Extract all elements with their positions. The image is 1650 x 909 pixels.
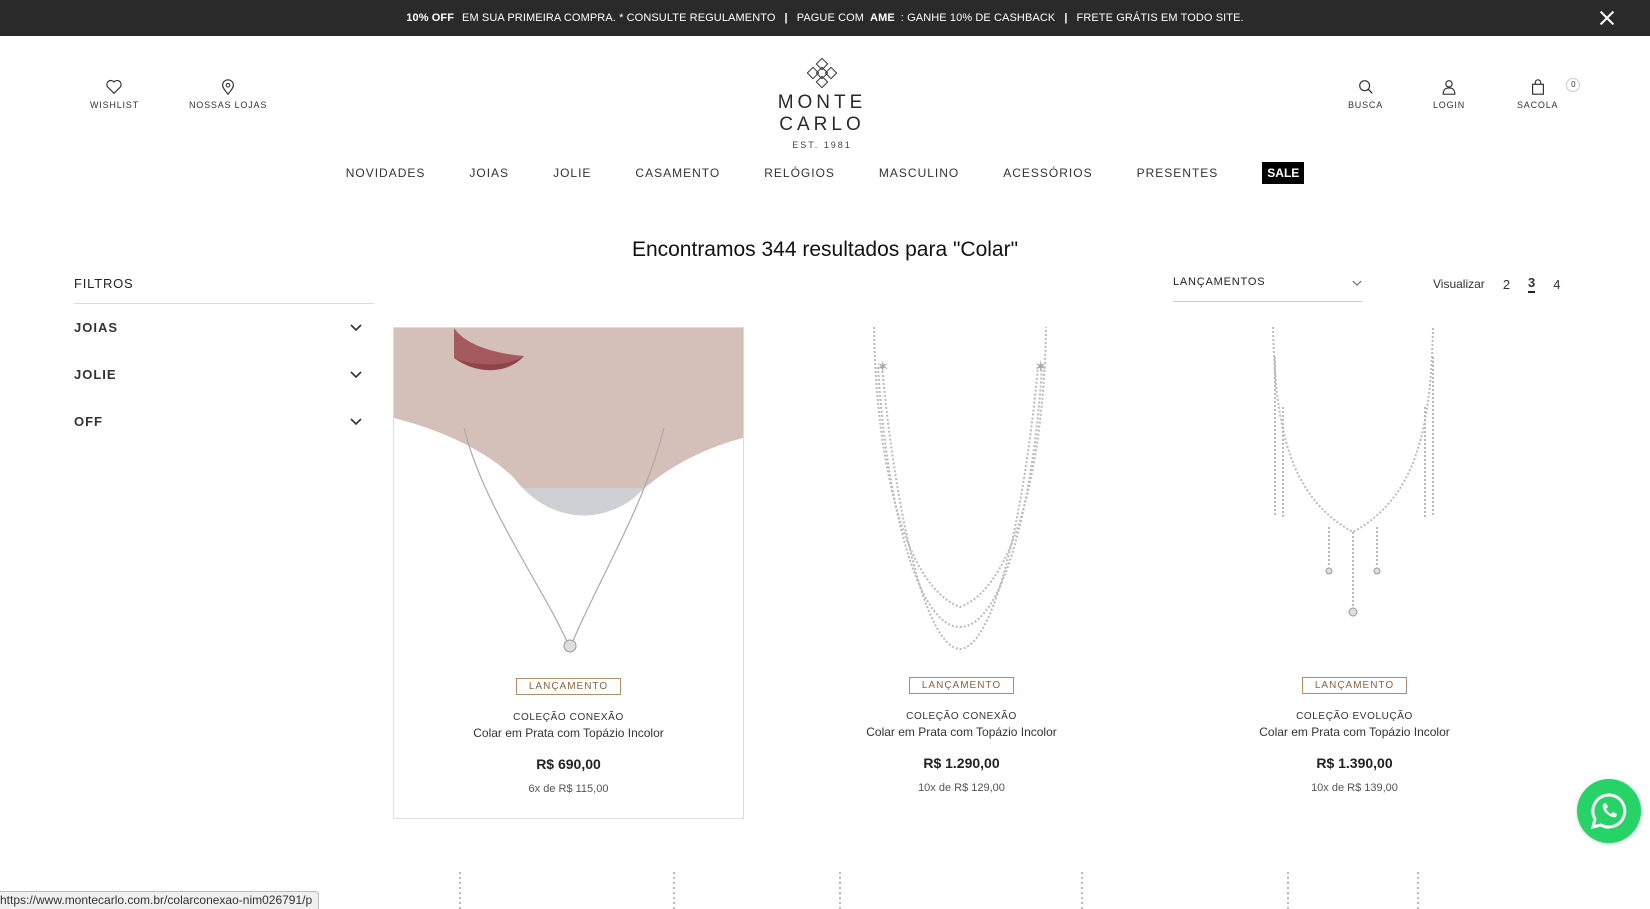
search-icon bbox=[1358, 80, 1373, 94]
stores-label: NOSSAS LOJAS bbox=[189, 100, 268, 110]
promo-pay-text: PAGUE COM bbox=[796, 12, 865, 24]
view-selector: Visualizar 2 3 4 bbox=[1433, 275, 1561, 293]
promo-text[interactable]: EM SUA PRIMEIRA COMPRA. * CONSULTE REGUL… bbox=[462, 12, 775, 24]
chevron-down-icon bbox=[350, 370, 362, 378]
view-option-3[interactable]: 3 bbox=[1528, 275, 1536, 293]
view-option-4[interactable]: 4 bbox=[1553, 277, 1560, 292]
login-label: LOGIN bbox=[1433, 100, 1466, 110]
whatsapp-icon bbox=[1590, 793, 1627, 830]
chevron-down-icon bbox=[1352, 280, 1362, 286]
necklace-photo bbox=[1272, 327, 1434, 617]
bag-button[interactable]: SACOLA 0 bbox=[1517, 78, 1581, 110]
product-card[interactable]: LANÇAMENTO COLEÇÃO EVOLUÇÃO Colar em Pra… bbox=[1179, 327, 1530, 819]
brand-name: MONTE CARLO bbox=[777, 92, 867, 135]
necklace-photo: ✶ ✶ bbox=[873, 327, 1047, 651]
bag-label: SACOLA bbox=[1517, 100, 1559, 110]
nav-item-joias[interactable]: JOIAS bbox=[469, 166, 509, 180]
main-nav: NOVIDADES JOIAS JOLIE CASAMENTO RELÓGIOS… bbox=[0, 162, 1650, 184]
browser-status-url: https://www.montecarlo.com.br/colarconex… bbox=[0, 891, 320, 909]
launch-tag: LANÇAMENTO bbox=[908, 677, 1015, 694]
product-name[interactable]: Colar em Prata com Topázio Incolor bbox=[394, 726, 743, 740]
promo-separator: | bbox=[1064, 12, 1068, 24]
nav-item-sale[interactable]: SALE bbox=[1262, 162, 1305, 184]
promo-separator: | bbox=[784, 12, 788, 24]
launch-tag: LANÇAMENTO bbox=[515, 678, 622, 695]
chevron-down-icon bbox=[350, 417, 362, 425]
product-image[interactable]: ✶ ✶ bbox=[786, 327, 1135, 675]
logo-emblem-icon bbox=[807, 58, 837, 88]
login-button[interactable]: LOGIN bbox=[1433, 78, 1465, 110]
promo-discount: 10% OFF bbox=[406, 12, 455, 24]
stores-link[interactable]: NOSSAS LOJAS bbox=[189, 78, 267, 110]
product-name[interactable]: Colar em Prata com Topázio Incolor bbox=[786, 725, 1137, 739]
promo-shipping-text: FRETE GRÁTIS EM TODO SITE. bbox=[1076, 12, 1244, 24]
filter-joias[interactable]: JOIAS bbox=[74, 304, 374, 351]
product-name[interactable]: Colar em Prata com Topázio Incolor bbox=[1179, 725, 1530, 739]
filter-label: JOLIE bbox=[74, 367, 117, 382]
nav-item-novidades[interactable]: NOVIDADES bbox=[346, 166, 426, 180]
promo-cashback-text: : GANHE 10% DE CASHBACK bbox=[900, 12, 1056, 24]
bag-count-badge: 0 bbox=[1566, 78, 1581, 92]
nav-item-masculino[interactable]: MASCULINO bbox=[879, 166, 959, 180]
svg-text:✶: ✶ bbox=[876, 357, 889, 376]
product-installments: 6x de R$ 115,00 bbox=[528, 783, 609, 795]
wishlist-link[interactable]: WISHLIST bbox=[90, 78, 139, 110]
view-option-2[interactable]: 2 bbox=[1503, 277, 1510, 292]
search-label: BUSCA bbox=[1348, 100, 1384, 110]
product-price: R$ 690,00 bbox=[536, 756, 601, 772]
product-collection: COLEÇÃO EVOLUÇÃO bbox=[1296, 711, 1413, 722]
nav-item-presentes[interactable]: PRESENTES bbox=[1137, 166, 1219, 180]
product-card[interactable]: ✶ ✶ LANÇAMENTO COLEÇÃO CONEXÃO Colar em … bbox=[786, 327, 1137, 819]
svg-text:✶: ✶ bbox=[1034, 357, 1047, 376]
filter-off[interactable]: OFF bbox=[74, 398, 374, 445]
bag-icon bbox=[1531, 79, 1544, 95]
search-button[interactable]: BUSCA bbox=[1348, 78, 1383, 110]
nav-item-casamento[interactable]: CASAMENTO bbox=[635, 166, 720, 180]
monte-carlo-logo[interactable]: MONTE CARLO EST. 1981 bbox=[732, 58, 912, 150]
nav-item-relogios[interactable]: RELÓGIOS bbox=[764, 166, 835, 180]
product-price: R$ 1.390,00 bbox=[1316, 755, 1393, 771]
results-title: Encontramos 344 resultados para "Colar" bbox=[631, 238, 1019, 261]
sort-select[interactable]: LANÇAMENTOS bbox=[1173, 274, 1362, 302]
product-card[interactable]: LANÇAMENTO COLEÇÃO CONEXÃO Colar em Prat… bbox=[393, 327, 744, 819]
filter-label: JOIAS bbox=[74, 320, 119, 335]
nav-item-jolie[interactable]: JOLIE bbox=[553, 166, 591, 180]
filter-jolie[interactable]: JOLIE bbox=[74, 351, 374, 398]
sort-label: LANÇAMENTOS bbox=[1173, 276, 1266, 288]
chevron-down-icon bbox=[350, 323, 362, 331]
product-installments: 10x de R$ 129,00 bbox=[918, 782, 1005, 794]
model-necklace-photo bbox=[394, 328, 743, 676]
brand-est: EST. 1981 bbox=[792, 140, 852, 150]
promo-bar: 10% OFF EM SUA PRIMEIRA COMPRA. * CONSUL… bbox=[0, 0, 1650, 36]
product-image[interactable] bbox=[394, 328, 743, 676]
ame-logo: AME bbox=[870, 12, 895, 24]
filter-label: OFF bbox=[74, 414, 103, 429]
nav-item-acessorios[interactable]: ACESSÓRIOS bbox=[1003, 166, 1092, 180]
product-collection: COLEÇÃO CONEXÃO bbox=[906, 711, 1017, 722]
product-collection: COLEÇÃO CONEXÃO bbox=[513, 712, 624, 723]
wishlist-label: WISHLIST bbox=[90, 100, 139, 110]
filters-panel: FILTROS JOIAS JOLIE OFF bbox=[74, 276, 374, 445]
heart-icon bbox=[106, 79, 123, 95]
whatsapp-button[interactable] bbox=[1577, 779, 1641, 843]
filters-heading: FILTROS bbox=[74, 276, 374, 304]
product-image[interactable] bbox=[1179, 327, 1528, 675]
view-label: Visualizar bbox=[1433, 277, 1485, 291]
user-icon bbox=[1442, 80, 1456, 95]
launch-tag: LANÇAMENTO bbox=[1301, 677, 1408, 694]
location-pin-icon bbox=[222, 79, 235, 96]
product-price: R$ 1.290,00 bbox=[923, 755, 1000, 771]
close-icon[interactable] bbox=[1598, 9, 1616, 27]
product-installments: 10x de R$ 139,00 bbox=[1311, 782, 1398, 794]
